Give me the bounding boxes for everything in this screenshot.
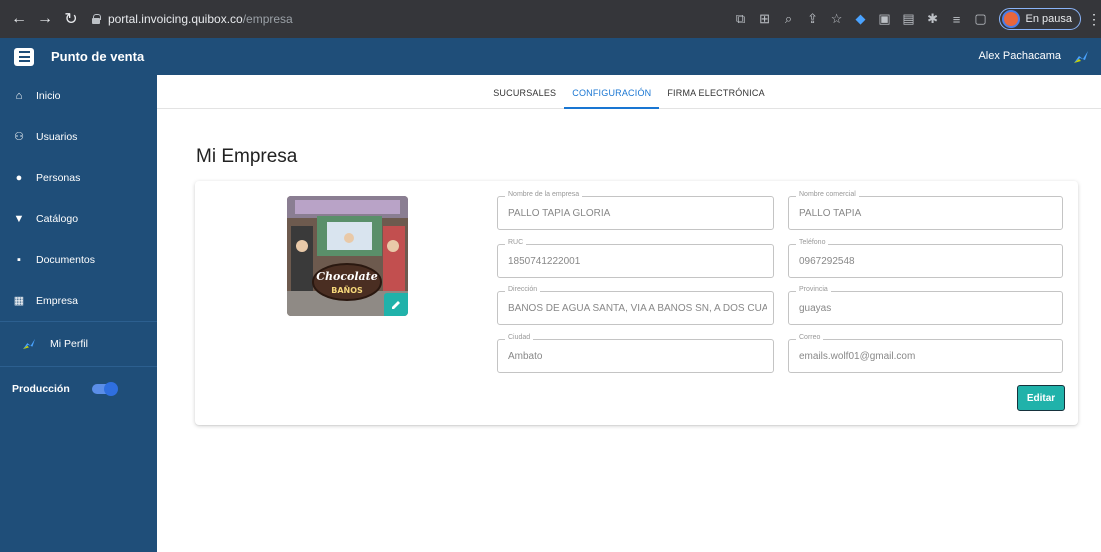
forward-arrow-icon[interactable]: → [34,10,56,28]
url-host: portal.invoicing.quibox.co [107,12,243,26]
extension-box-icon[interactable]: ▣ [873,11,897,27]
field-value: BAÑOS DE AGUA SANTA, VIA A BAÑOS SN, A D… [508,303,767,314]
email-field[interactable]: Correo emails.wolf01@gmail.com [788,334,1063,373]
tab-configuracion[interactable]: CONFIGURACIÓN [564,75,660,109]
back-arrow-icon[interactable]: ← [8,10,30,28]
zoom-icon[interactable]: ⌕ [777,11,801,27]
field-value: emails.wolf01@gmail.com [799,351,916,362]
browser-toolbar: ← → ↻ portal.invoicing.quibox.co/empresa… [0,0,1101,38]
sidebar-item-catalogo[interactable]: ▼ Catálogo [0,198,157,239]
building-icon: ▦ [13,295,25,307]
company-card: Chocolate BAÑOS Nombre de la empresa PAL… [195,181,1078,425]
production-toggle[interactable] [91,382,118,396]
install-app-icon[interactable]: ⧉ [729,11,753,27]
field-label: Teléfono [796,239,829,246]
page-title: Mi Empresa [196,146,298,167]
lock-icon [91,14,101,24]
address-field[interactable]: Dirección BAÑOS DE AGUA SANTA, VIA A BAÑ… [497,286,774,325]
field-label: Ciudad [505,334,534,341]
user-name[interactable]: Alex Pachacama [978,50,1061,62]
brand-logo-icon [1074,51,1088,63]
pencil-icon [392,300,400,309]
field-label: Nombre comercial [796,191,859,198]
extension-diamond-icon[interactable]: ◆ [849,11,873,27]
field-label: Provincia [796,286,831,293]
person-icon: ● [15,171,23,184]
extension-doc-icon[interactable]: ▤ [897,11,921,27]
sidebar-item-mi-perfil[interactable]: Mi Perfil [0,322,157,366]
field-label: Correo [796,334,824,341]
sidebar-item-label: Documentos [36,253,95,266]
trade-name-field[interactable]: Nombre comercial PALLO TAPIA [788,191,1063,230]
field-value: PALLO TAPIA GLORIA [508,208,611,219]
company-name-field[interactable]: Nombre de la empresa PALLO TAPIA GLORIA [497,191,774,230]
edit-button[interactable]: Editar [1017,385,1065,411]
translate-icon[interactable]: ⊞ [753,11,777,27]
sidebar-item-label: Inicio [36,89,61,102]
sidebar-item-label: Catálogo [36,212,79,225]
sidebar-item-inicio[interactable]: ⌂ Inicio [0,75,157,116]
profile-button[interactable]: En pausa [998,8,1081,30]
field-label: RUC [505,239,527,246]
app-title: Punto de venta [51,49,145,64]
extensions-puzzle-icon[interactable]: ✱ [921,11,945,27]
sidebar-item-personas[interactable]: ● Personas [0,157,157,198]
url-path: /empresa [242,12,293,26]
reload-icon[interactable]: ↻ [60,9,82,29]
province-field[interactable]: Provincia guayas [788,286,1063,325]
share-icon[interactable]: ⇪ [801,11,825,27]
tab-sucursales[interactable]: SUCURSALES [485,75,564,109]
phone-field[interactable]: Teléfono 0967292548 [788,239,1063,278]
cart-icon: ▼ [13,212,25,225]
document-icon: ▪ [17,253,21,266]
edit-logo-button[interactable] [384,293,408,316]
field-value: PALLO TAPIA [799,208,862,219]
production-row: Producción [0,367,157,411]
sidebar-item-label: Personas [36,171,81,184]
city-field[interactable]: Ciudad Ambato [497,334,774,373]
production-label: Producción [12,383,70,395]
brand-logo-icon [23,338,35,350]
sidebar-item-usuarios[interactable]: ⚇ Usuarios [0,116,157,157]
field-value: Ambato [508,351,543,362]
reading-list-icon[interactable]: ≡ [945,12,969,27]
sidebar-item-empresa[interactable]: ▦ Empresa [0,280,157,321]
svg-text:BAÑOS: BAÑOS [331,285,363,295]
svg-text:Chocolate: Chocolate [316,270,378,283]
company-logo-image: Chocolate BAÑOS [287,196,408,316]
ruc-field[interactable]: RUC 1850741222001 [497,239,774,278]
field-label: Nombre de la empresa [505,191,583,198]
field-label: Dirección [505,286,541,293]
app-header: Punto de venta Alex Pachacama [0,38,1101,75]
browser-menu-icon[interactable]: ⋮ [1087,11,1101,28]
field-value: guayas [799,303,832,314]
sidebar-item-label: Mi Perfil [50,338,88,350]
side-panel-icon[interactable]: ▢ [969,11,993,27]
field-value: 1850741222001 [508,256,581,267]
tab-firma-electronica[interactable]: FIRMA ELECTRÓNICA [659,75,772,109]
hamburger-menu-icon[interactable] [14,47,34,66]
home-icon: ⌂ [15,89,23,102]
tab-bar: SUCURSALES CONFIGURACIÓN FIRMA ELECTRÓNI… [157,75,1101,109]
sidebar-item-documentos[interactable]: ▪ Documentos [0,239,157,280]
sidebar-item-label: Usuarios [36,130,78,143]
field-value: 0967292548 [799,256,855,267]
sidebar: ⌂ Inicio ⚇ Usuarios ● Personas ▼ Catálog… [0,75,157,552]
profile-status: En pausa [1025,13,1072,25]
bookmark-star-icon[interactable]: ☆ [825,11,849,27]
users-icon: ⚇ [14,131,24,143]
sidebar-item-label: Empresa [36,294,79,307]
profile-avatar [1001,10,1020,28]
